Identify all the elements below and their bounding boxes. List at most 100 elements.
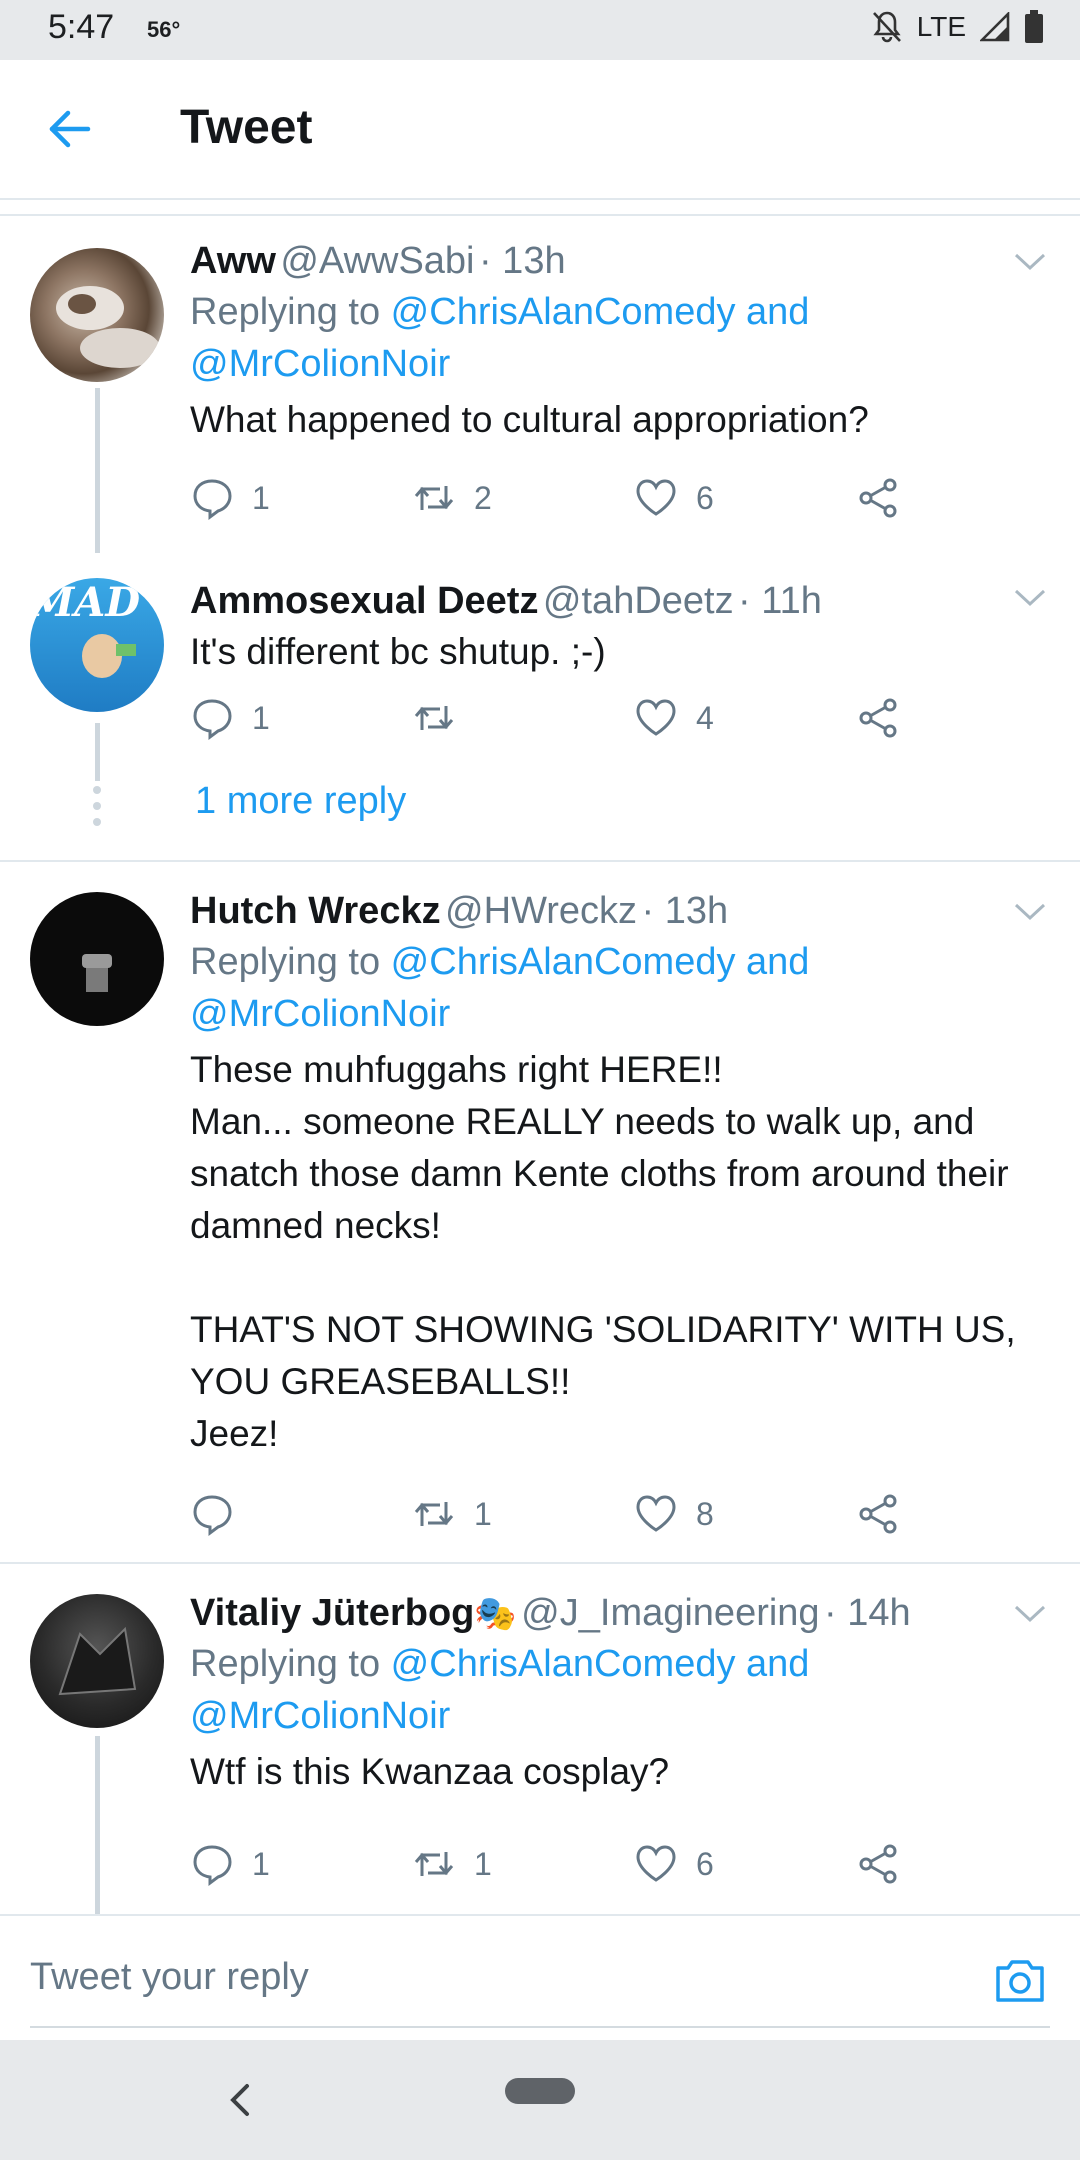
like-count: 6 <box>696 479 714 516</box>
share-button[interactable] <box>856 696 900 740</box>
replying-to-label: Replying to <box>190 291 391 333</box>
tweet-item[interactable]: MAD Ammosexual Deetz @tahDeetz · 11h It'… <box>0 548 1080 860</box>
share-icon <box>859 1844 897 1884</box>
tweet-time: · 11h <box>738 580 822 622</box>
retweet-count: 1 <box>474 1495 492 1532</box>
status-temperature: 56° <box>147 17 181 42</box>
retweet-button[interactable]: 1 <box>412 1492 492 1536</box>
like-count: 4 <box>696 699 714 736</box>
share-button[interactable] <box>856 1842 900 1886</box>
thread-line <box>95 388 100 553</box>
share-button[interactable] <box>856 476 900 520</box>
home-pill[interactable] <box>505 2078 575 2104</box>
retweet-count: 1 <box>474 1845 492 1882</box>
retweet-button[interactable]: 2 <box>412 476 492 520</box>
tweet-time: · 13h <box>478 240 566 282</box>
mention-link[interactable]: @MrColionNoir <box>190 993 450 1035</box>
tweet-time: · 13h <box>641 890 729 932</box>
replying-to: Replying to @ChrisAlanComedy and @MrColi… <box>190 936 1040 1040</box>
retweet-icon <box>414 706 454 730</box>
retweet-button[interactable]: 1 <box>412 1842 492 1886</box>
network-type: LTE <box>916 11 966 42</box>
speech-bubble-icon <box>193 1495 232 1536</box>
share-icon <box>859 698 897 738</box>
speech-bubble-icon <box>193 479 232 520</box>
display-name[interactable]: Ammosexual Deetz <box>190 580 538 622</box>
replying-to: Replying to @ChrisAlanComedy and @MrColi… <box>190 1638 1040 1742</box>
tweet-text: These muhfuggahs right HERE!! Man... som… <box>190 1049 1016 1454</box>
speech-bubble-icon <box>193 1845 232 1886</box>
avatar[interactable]: MAD <box>30 578 164 712</box>
user-handle: @AwwSabi <box>280 240 475 282</box>
reply-button[interactable]: 1 <box>190 696 270 740</box>
like-count: 6 <box>696 1845 714 1882</box>
input-underline <box>30 2026 1050 2028</box>
thread-line <box>95 723 100 781</box>
system-nav-bar <box>0 2040 1080 2160</box>
tweet-actions: 1 4 <box>190 696 950 756</box>
tweet-item[interactable]: Hutch Wreckz @HWreckz · 13h Replying to … <box>0 862 1080 1562</box>
reply-button[interactable]: 1 <box>190 476 270 520</box>
like-button[interactable]: 8 <box>634 1492 714 1536</box>
heart-icon <box>636 1845 676 1882</box>
tweet-actions: 1 2 6 <box>190 476 950 536</box>
creature-image <box>58 1626 137 1696</box>
tweet-item[interactable]: Aww @AwwSabi · 13h Replying to @ChrisAla… <box>0 216 1080 553</box>
mention-link[interactable]: @MrColionNoir <box>190 343 450 385</box>
avatar[interactable] <box>30 248 164 382</box>
dog-image <box>56 286 160 368</box>
name-emoji: 🎭 <box>474 1595 517 1633</box>
tweet-time: · 14h <box>824 1592 911 1634</box>
app-header: Tweet <box>0 60 1080 200</box>
battery-icon <box>1025 10 1043 43</box>
share-icon <box>859 1494 897 1534</box>
user-handle: @tahDeetz <box>542 580 734 622</box>
thread-line <box>95 1736 100 1914</box>
more-replies-link[interactable]: 1 more reply <box>195 780 406 823</box>
thread-dots <box>93 786 103 834</box>
nav-back-icon[interactable] <box>225 2078 255 2122</box>
avatar[interactable] <box>30 1594 164 1728</box>
mention-link[interactable]: @ChrisAlanComedy and <box>391 1643 810 1685</box>
retweet-count: 2 <box>474 479 492 516</box>
display-name[interactable]: Hutch Wreckz <box>190 890 441 932</box>
mad-magazine-image: MAD <box>30 579 140 678</box>
tweet-text: What happened to cultural appropriation? <box>190 399 869 440</box>
tweet-actions: 1 8 <box>190 1492 950 1552</box>
like-button[interactable]: 6 <box>634 476 714 520</box>
like-count: 8 <box>696 1495 714 1532</box>
arrow-left-icon[interactable] <box>44 104 94 154</box>
status-bar: 5:47 56° LTE <box>0 0 1080 60</box>
mention-link[interactable]: @MrColionNoir <box>190 1695 450 1737</box>
status-icons: LTE <box>871 10 1044 44</box>
user-handle: @J_Imagineering <box>521 1592 820 1634</box>
notifications-off-icon <box>872 11 901 43</box>
reply-composer: Tweet your reply <box>0 1914 1080 2040</box>
reply-button[interactable] <box>190 1492 252 1536</box>
page-title: Tweet <box>180 101 313 154</box>
display-name[interactable]: Aww <box>190 240 276 282</box>
signal-icon <box>980 12 1010 42</box>
avatar[interactable] <box>30 892 164 1026</box>
tweet-item[interactable]: Vitaliy Jüterbog🎭 @J_Imagineering · 14h … <box>0 1564 1080 1914</box>
mention-link[interactable]: @ChrisAlanComedy and <box>391 941 810 983</box>
replying-to-label: Replying to <box>190 941 391 983</box>
reply-count: 1 <box>252 699 270 736</box>
reply-count: 1 <box>252 1845 270 1882</box>
fist-image <box>82 954 112 992</box>
replying-to: Replying to @ChrisAlanComedy and @MrColi… <box>190 286 1040 390</box>
heart-icon <box>636 1495 676 1532</box>
replying-to-label: Replying to <box>190 1643 391 1685</box>
like-button[interactable]: 6 <box>634 1842 714 1886</box>
share-button[interactable] <box>856 1492 900 1536</box>
speech-bubble-icon <box>193 699 232 740</box>
mention-link[interactable]: @ChrisAlanComedy and <box>391 291 810 333</box>
like-button[interactable]: 4 <box>634 696 714 740</box>
reply-button[interactable]: 1 <box>190 1842 270 1886</box>
reply-input[interactable]: Tweet your reply <box>30 1956 309 1999</box>
camera-icon[interactable] <box>992 1952 1048 2008</box>
retweet-button[interactable] <box>412 696 474 740</box>
status-time: 5:47 <box>48 8 115 46</box>
display-name[interactable]: Vitaliy Jüterbog <box>190 1592 474 1634</box>
share-icon <box>859 478 897 518</box>
